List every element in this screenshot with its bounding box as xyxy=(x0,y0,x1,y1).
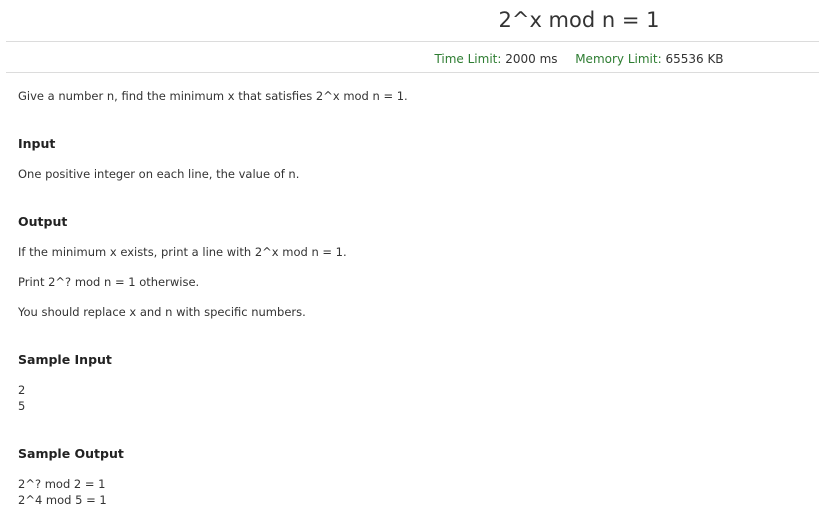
divider xyxy=(6,41,819,42)
problem-page: 2^x mod n = 1 Time Limit: 2000 ms Memory… xyxy=(0,0,819,515)
input-description: One positive integer on each line, the v… xyxy=(18,167,300,181)
output-description-line: Print 2^? mod n = 1 otherwise. xyxy=(18,275,200,289)
sample-output-line: 2^4 mod 5 = 1 xyxy=(18,493,107,507)
problem-description: Give a number n, find the minimum x that… xyxy=(18,89,408,103)
limits-bar: Time Limit: 2000 ms Memory Limit: 65536 … xyxy=(0,51,819,67)
sample-input-line: 5 xyxy=(18,399,26,413)
memory-limit-value: 65536 KB xyxy=(665,52,724,66)
problem-title: 2^x mod n = 1 xyxy=(498,8,660,32)
output-description-line: If the minimum x exists, print a line wi… xyxy=(18,245,347,259)
time-limit-value: 2000 ms xyxy=(505,52,558,66)
output-section-title: Output xyxy=(18,214,68,229)
divider xyxy=(6,72,819,73)
sample-input-title: Sample Input xyxy=(18,352,112,367)
sample-input-line: 2 xyxy=(18,383,26,397)
output-description-line: You should replace x and n with specific… xyxy=(18,305,306,319)
sample-output-line: 2^? mod 2 = 1 xyxy=(18,477,106,491)
input-section-title: Input xyxy=(18,136,56,151)
memory-limit-label: Memory Limit: xyxy=(575,52,662,66)
time-limit-label: Time Limit: xyxy=(434,52,502,66)
sample-output-title: Sample Output xyxy=(18,446,124,461)
problem-content: Give a number n, find the minimum x that… xyxy=(18,88,808,508)
